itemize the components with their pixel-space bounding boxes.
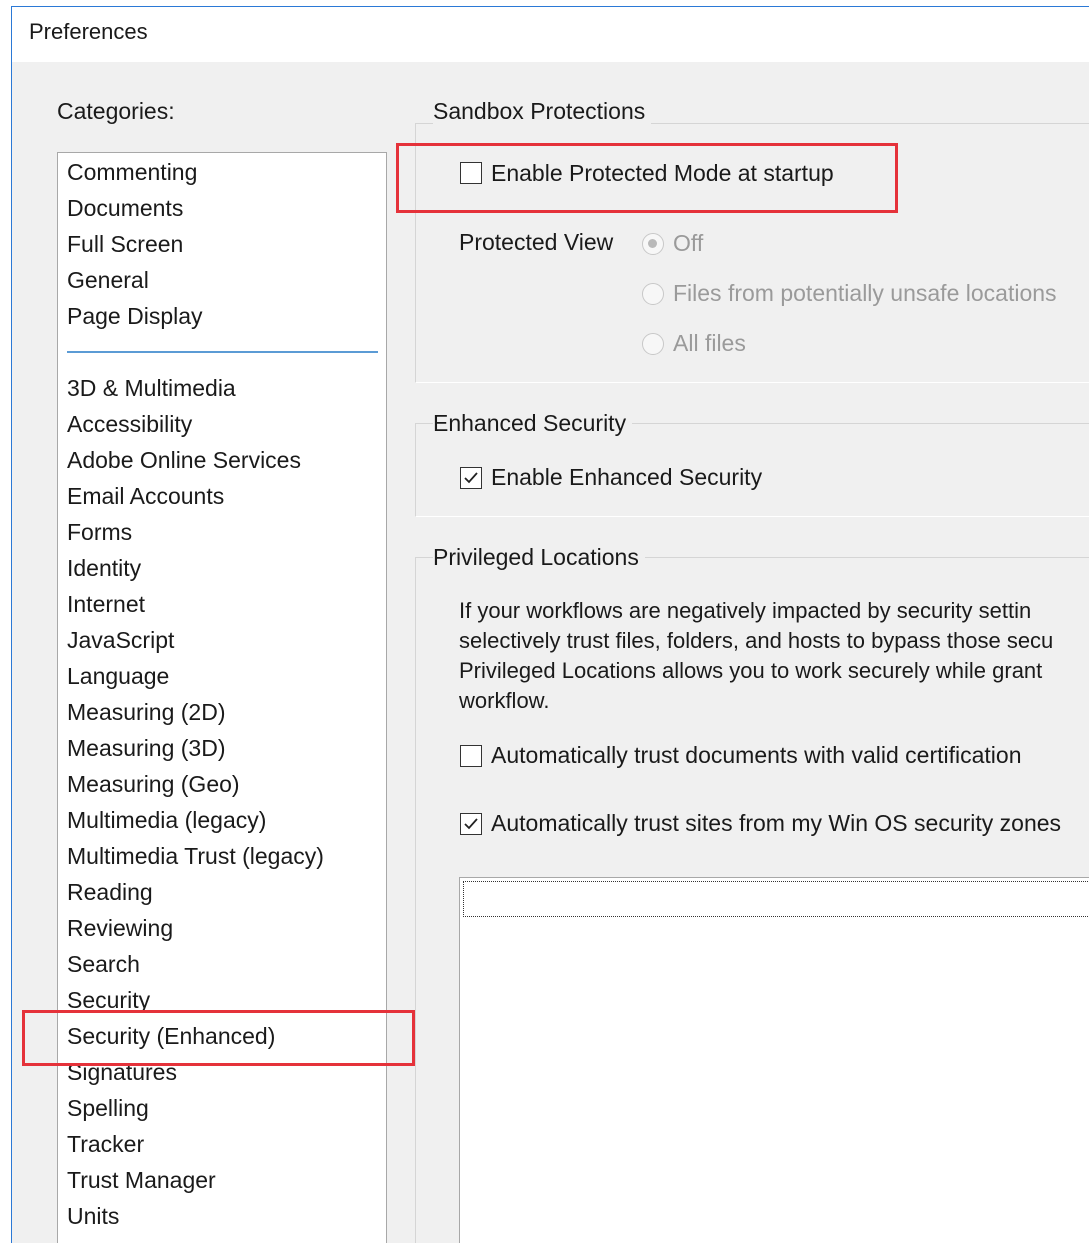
category-item-reading[interactable]: Reading bbox=[67, 877, 153, 907]
description-line-3: Privileged Locations allows you to work … bbox=[459, 658, 1043, 683]
description-line-1: If your workflows are negatively impacte… bbox=[459, 598, 1032, 623]
category-item-identity[interactable]: Identity bbox=[67, 553, 141, 583]
enhanced-security-label[interactable]: Enable Enhanced Security bbox=[491, 464, 762, 491]
privileged-locations-list[interactable] bbox=[459, 877, 1089, 1243]
category-separator bbox=[67, 351, 378, 353]
category-item-commenting[interactable]: Commenting bbox=[67, 157, 197, 187]
category-item-documents[interactable]: Documents bbox=[67, 193, 183, 223]
checkmark-icon bbox=[464, 472, 478, 484]
category-item-trust-manager[interactable]: Trust Manager bbox=[67, 1165, 216, 1195]
category-item-accessibility[interactable]: Accessibility bbox=[67, 409, 192, 439]
categories-label: Categories: bbox=[57, 98, 175, 124]
protected-view-all-label[interactable]: All files bbox=[673, 330, 746, 357]
category-item-forms[interactable]: Forms bbox=[67, 517, 132, 547]
trust-win-os-sites-label[interactable]: Automatically trust sites from my Win OS… bbox=[491, 810, 1061, 837]
trust-certified-docs-label[interactable]: Automatically trust documents with valid… bbox=[491, 742, 1022, 769]
enhanced-group-title: Enhanced Security bbox=[433, 410, 633, 437]
dialog-title: Preferences bbox=[29, 19, 148, 44]
privileged-group-title: Privileged Locations bbox=[433, 544, 645, 571]
trust-certified-docs-checkbox[interactable] bbox=[460, 745, 482, 767]
category-item-reviewing[interactable]: Reviewing bbox=[67, 913, 173, 943]
protected-mode-highlight-box bbox=[396, 143, 898, 213]
protected-view-off-radio[interactable] bbox=[642, 233, 664, 255]
category-item-measuring-geo[interactable]: Measuring (Geo) bbox=[67, 769, 240, 799]
title-bar: Preferences bbox=[12, 7, 1089, 62]
description-line-4: workflow. bbox=[459, 688, 550, 713]
description-line-2: selectively trust files, folders, and ho… bbox=[459, 628, 1054, 653]
category-item-internet[interactable]: Internet bbox=[67, 589, 145, 619]
category-item-multimedia-legacy[interactable]: Multimedia (legacy) bbox=[67, 805, 266, 835]
category-item-language[interactable]: Language bbox=[67, 661, 169, 691]
trust-win-os-sites-checkbox[interactable] bbox=[460, 813, 482, 835]
protected-view-off-label[interactable]: Off bbox=[673, 230, 703, 257]
preferences-dialog: Preferences Categories: Commenting Docum… bbox=[11, 6, 1089, 1243]
sandbox-group-title: Sandbox Protections bbox=[433, 98, 652, 125]
category-item-3d-multimedia[interactable]: 3D & Multimedia bbox=[67, 373, 236, 403]
protected-view-all-radio[interactable] bbox=[642, 333, 664, 355]
privileged-description: If your workflows are negatively impacte… bbox=[459, 596, 1089, 716]
category-item-email-accounts[interactable]: Email Accounts bbox=[67, 481, 224, 511]
category-item-general[interactable]: General bbox=[67, 265, 149, 295]
category-item-adobe-online-services[interactable]: Adobe Online Services bbox=[67, 445, 301, 475]
protected-view-unsafe-radio[interactable] bbox=[642, 283, 664, 305]
categories-list[interactable]: Commenting Documents Full Screen General… bbox=[57, 152, 387, 1243]
category-item-measuring-2d[interactable]: Measuring (2D) bbox=[67, 697, 226, 727]
category-item-javascript[interactable]: JavaScript bbox=[67, 625, 174, 655]
radio-selected-dot bbox=[648, 239, 657, 248]
list-focus-row[interactable] bbox=[463, 881, 1089, 917]
category-item-measuring-3d[interactable]: Measuring (3D) bbox=[67, 733, 226, 763]
checkmark-icon bbox=[464, 818, 478, 830]
category-item-tracker[interactable]: Tracker bbox=[67, 1129, 144, 1159]
category-item-multimedia-trust-legacy[interactable]: Multimedia Trust (legacy) bbox=[67, 841, 324, 871]
category-item-full-screen[interactable]: Full Screen bbox=[67, 229, 183, 259]
selected-category-highlight-box bbox=[22, 1010, 415, 1066]
category-item-units[interactable]: Units bbox=[67, 1201, 119, 1231]
enhanced-security-checkbox[interactable] bbox=[460, 467, 482, 489]
protected-view-label: Protected View bbox=[459, 229, 614, 255]
category-item-spelling[interactable]: Spelling bbox=[67, 1093, 149, 1123]
category-item-search[interactable]: Search bbox=[67, 949, 140, 979]
protected-view-unsafe-label[interactable]: Files from potentially unsafe locations bbox=[673, 280, 1057, 307]
category-item-page-display[interactable]: Page Display bbox=[67, 301, 203, 331]
